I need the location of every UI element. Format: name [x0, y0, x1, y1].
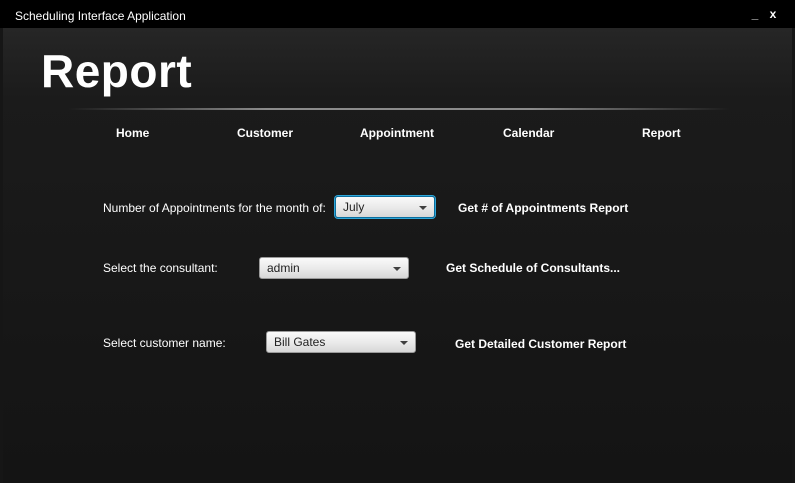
- chevron-down-icon: [393, 267, 401, 271]
- customer-report-button[interactable]: Get Detailed Customer Report: [455, 337, 626, 351]
- customer-select[interactable]: Bill Gates: [266, 331, 416, 353]
- close-icon[interactable]: x: [764, 6, 782, 22]
- month-select[interactable]: July: [335, 196, 435, 218]
- appointments-report-button[interactable]: Get # of Appointments Report: [458, 201, 628, 215]
- title-bar[interactable]: Scheduling Interface Application _ x: [0, 0, 795, 28]
- month-label: Number of Appointments for the month of:: [103, 201, 326, 215]
- window-title: Scheduling Interface Application: [15, 9, 186, 23]
- nav-home[interactable]: Home: [116, 126, 149, 140]
- consultant-label: Select the consultant:: [103, 261, 218, 275]
- consultant-schedule-button[interactable]: Get Schedule of Consultants...: [446, 261, 620, 275]
- customer-label: Select customer name:: [103, 336, 226, 350]
- consultant-select[interactable]: admin: [259, 257, 409, 279]
- customer-select-value: Bill Gates: [274, 335, 326, 349]
- nav-report[interactable]: Report: [642, 126, 681, 140]
- nav-appointment[interactable]: Appointment: [360, 126, 434, 140]
- month-select-value: July: [343, 200, 365, 214]
- chevron-down-icon: [400, 341, 408, 345]
- consultant-select-value: admin: [267, 261, 300, 275]
- title-divider: [68, 108, 730, 110]
- chevron-down-icon: [419, 206, 427, 210]
- report-page: Report Home Customer Appointment Calenda…: [3, 28, 792, 483]
- minimize-icon[interactable]: _: [746, 6, 764, 22]
- page-title: Report: [41, 45, 193, 97]
- nav-customer[interactable]: Customer: [237, 126, 293, 140]
- nav-calendar[interactable]: Calendar: [503, 126, 554, 140]
- app-window: Scheduling Interface Application _ x Rep…: [0, 0, 795, 483]
